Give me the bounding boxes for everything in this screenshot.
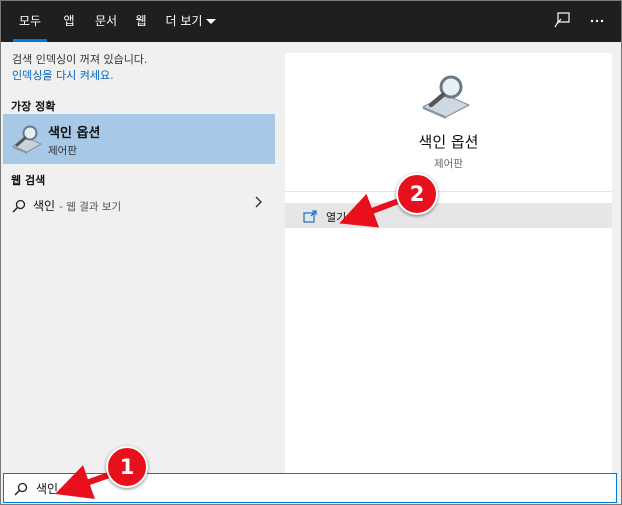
feedback-icon[interactable] <box>553 11 573 31</box>
tab-all-label: 모두 <box>18 14 42 28</box>
preview-subtitle: 제어판 <box>434 158 463 170</box>
search-box[interactable] <box>3 473 617 503</box>
tab-all[interactable]: 모두 <box>13 1 47 42</box>
preview-panel: 색인 옵션 제어판 열기 <box>285 53 612 473</box>
search-icon <box>14 481 28 500</box>
best-match-result[interactable]: 색인 옵션 제어판 <box>3 114 275 164</box>
search-icon <box>12 198 26 217</box>
web-result-suffix: - 웹 결과 보기 <box>59 201 122 213</box>
tab-more[interactable]: 더 보기 <box>161 1 221 42</box>
open-action-label: 열기 <box>326 211 347 224</box>
web-search-result[interactable]: 색인 - 웹 결과 보기 <box>3 192 275 218</box>
chevron-down-icon <box>206 19 217 24</box>
best-match-subtitle: 제어판 <box>48 145 77 157</box>
more-options-icon[interactable] <box>587 11 607 31</box>
indexing-options-icon <box>11 124 43 158</box>
web-result-query: 색인 <box>33 199 56 213</box>
tab-documents[interactable]: 문서 <box>91 1 121 42</box>
tab-web-label: 웹 <box>135 14 147 28</box>
web-result-label: 색인 - 웹 결과 보기 <box>33 197 121 214</box>
open-window-icon <box>303 208 317 227</box>
web-search-header: 웹 검색 <box>11 174 46 187</box>
tab-apps[interactable]: 앱 <box>57 1 81 42</box>
callout-badge-1: 1 <box>106 446 148 488</box>
tab-documents-label: 문서 <box>94 14 118 28</box>
chevron-right-icon[interactable] <box>253 195 263 213</box>
callout-badge-2: 2 <box>396 173 438 215</box>
indexing-enable-link[interactable]: 인덱싱을 다시 켜세요. <box>12 67 114 83</box>
tab-apps-label: 앱 <box>63 14 75 28</box>
indexing-options-large-icon <box>420 75 472 123</box>
preview-divider <box>285 191 612 192</box>
open-action[interactable]: 열기 <box>285 203 612 228</box>
tab-more-label: 더 보기 <box>165 14 203 28</box>
search-window: 모두 앱 문서 웹 더 보기 검색 인덱싱이 꺼져 있습니다. 인덱싱을 다시 … <box>0 0 622 505</box>
best-match-title: 색인 옵션 <box>48 126 101 141</box>
preview-title: 색인 옵션 <box>418 133 479 151</box>
best-match-header: 가장 정확 <box>11 100 56 113</box>
tab-web[interactable]: 웹 <box>129 1 153 42</box>
top-tab-bar: 모두 앱 문서 웹 더 보기 <box>1 1 621 42</box>
results-panel: 검색 인덱싱이 꺼져 있습니다. 인덱싱을 다시 켜세요. 가장 정확 색인 옵… <box>1 42 277 473</box>
indexing-off-notice: 검색 인덱싱이 꺼져 있습니다. <box>12 53 148 66</box>
